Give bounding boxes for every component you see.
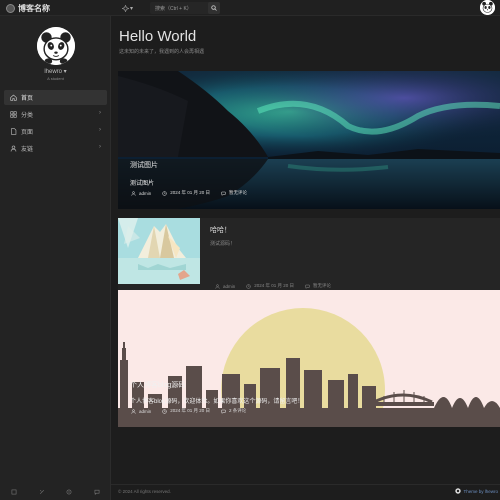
sidebar-footer bbox=[0, 484, 111, 500]
sidebar: lhewro ▾ A student 首页 分类 › 页面 › 友链 › bbox=[0, 16, 111, 500]
comment-icon bbox=[220, 408, 226, 414]
user-icon bbox=[130, 408, 136, 414]
post-thumbnail[interactable] bbox=[118, 218, 200, 284]
theme-credit-link[interactable]: Theme by lhewro bbox=[455, 488, 498, 494]
settings-icon[interactable] bbox=[65, 488, 73, 496]
post-date: 2024 年 01 月 20 日 bbox=[170, 408, 211, 413]
chevron-right-icon: › bbox=[99, 144, 101, 150]
panda-avatar-icon bbox=[480, 0, 495, 15]
user-name[interactable]: lhewro ▾ bbox=[0, 68, 111, 75]
post-comments[interactable]: 2 条评论 bbox=[229, 408, 246, 414]
post-card[interactable]: 个人博客blog源码 个人博客blog源码，欢迎体验。如果你喜欢这个源码，请留言… bbox=[118, 290, 500, 427]
post-cover-image bbox=[118, 71, 500, 209]
post-title[interactable]: 个人博客blog源码 bbox=[130, 380, 185, 390]
theme-credit-text: Theme by lhewro bbox=[463, 488, 498, 494]
home-icon bbox=[9, 94, 17, 102]
rss-icon[interactable] bbox=[10, 488, 18, 496]
panda-avatar-icon bbox=[37, 27, 75, 65]
page-icon bbox=[9, 128, 17, 136]
search-icon bbox=[211, 5, 217, 11]
header-avatar[interactable] bbox=[480, 0, 495, 15]
page-subtitle: 这未知的未来了，我遇到的人会再相遇 bbox=[119, 49, 205, 55]
grid-icon bbox=[9, 111, 17, 119]
clock-icon bbox=[161, 408, 167, 414]
post-excerpt: 测试源码！ bbox=[210, 241, 236, 247]
brand[interactable]: 博客名称 bbox=[6, 2, 50, 14]
clock-icon bbox=[245, 283, 251, 289]
post-date: 2024 年 01 月 20 日 bbox=[254, 283, 295, 288]
theme-toggle[interactable]: ▾ bbox=[122, 3, 138, 13]
site-name: 博客名称 bbox=[18, 3, 50, 13]
search-placeholder: 搜索（Ctrl + K） bbox=[155, 5, 192, 12]
comment-icon bbox=[220, 190, 226, 196]
sidebar-item-label: 首页 bbox=[21, 96, 34, 102]
comment-icon[interactable] bbox=[93, 488, 101, 496]
sun-icon bbox=[122, 4, 129, 12]
top-bar: 博客名称 ▾ 搜索（Ctrl + K） bbox=[0, 0, 500, 16]
post-author[interactable]: admin bbox=[139, 409, 151, 414]
user-icon bbox=[130, 190, 136, 196]
theme-caret: ▾ bbox=[130, 5, 134, 12]
post-date: 2024 年 01 月 20 日 bbox=[170, 190, 211, 195]
page-title: Hello World bbox=[119, 28, 197, 45]
post-title[interactable]: 哈哈！ bbox=[210, 225, 231, 235]
search-button[interactable] bbox=[208, 2, 220, 14]
clock-icon bbox=[161, 190, 167, 196]
chevron-right-icon: › bbox=[99, 127, 101, 133]
sidebar-item-label: 分类 bbox=[21, 113, 34, 119]
user-icon bbox=[214, 283, 220, 289]
post-title[interactable]: 测试图片 bbox=[130, 160, 158, 170]
comment-icon bbox=[304, 283, 310, 289]
post-comments[interactable]: 暂无评论 bbox=[313, 283, 331, 289]
logo-icon bbox=[6, 3, 15, 13]
sidebar-item-label: 友链 bbox=[21, 147, 34, 153]
user-name-text: lhewro bbox=[44, 69, 62, 75]
user-caret: ▾ bbox=[63, 69, 67, 75]
sidebar-nav: 首页 分类 › 页面 › 友链 › bbox=[4, 90, 107, 158]
sidebar-item-home[interactable]: 首页 bbox=[4, 90, 107, 105]
page-footer: © 2024 All rights reserved. Theme by lhe… bbox=[111, 484, 500, 500]
post-author[interactable]: admin bbox=[139, 191, 151, 196]
avatar[interactable] bbox=[37, 27, 75, 65]
chevron-right-icon: › bbox=[99, 110, 101, 116]
sidebar-item-links[interactable]: 友链 › bbox=[4, 141, 107, 156]
sidebar-item-pages[interactable]: 页面 › bbox=[4, 124, 107, 139]
post-author[interactable]: admin bbox=[223, 284, 235, 289]
main-content: Hello World 这未知的未来了，我遇到的人会再相遇 测试图片 测试图片 … bbox=[111, 16, 500, 500]
search-input[interactable]: 搜索（Ctrl + K） bbox=[150, 2, 220, 14]
post-comments[interactable]: 暂无评论 bbox=[229, 190, 247, 196]
copyright-text: © 2024 All rights reserved. bbox=[118, 489, 171, 494]
sidebar-item-label: 页面 bbox=[21, 130, 34, 136]
user-icon bbox=[9, 145, 17, 153]
post-meta: admin 2024 年 01 月 20 日 暂无评论 bbox=[130, 190, 247, 196]
user-bio: A student bbox=[47, 76, 64, 81]
post-meta: admin 2024 年 01 月 20 日 暂无评论 bbox=[214, 283, 331, 289]
post-cover-image bbox=[118, 218, 200, 284]
post-card[interactable]: 哈哈！ 测试源码！ admin 2024 年 01 月 20 日 暂无评论 bbox=[118, 218, 500, 298]
theme-logo-icon bbox=[455, 488, 462, 494]
post-card[interactable]: 测试图片 测试图片 admin 2024 年 01 月 20 日 暂无评论 bbox=[118, 71, 500, 209]
tag-icon[interactable] bbox=[38, 488, 46, 496]
post-cover-image bbox=[118, 290, 500, 427]
sidebar-item-categories[interactable]: 分类 › bbox=[4, 107, 107, 122]
post-meta: admin 2024 年 01 月 20 日 2 条评论 bbox=[130, 408, 246, 414]
post-excerpt: 个人博客blog源码，欢迎体验。如果你喜欢这个源码，请留言吧！ bbox=[130, 399, 304, 405]
post-excerpt: 测试图片 bbox=[130, 181, 155, 187]
